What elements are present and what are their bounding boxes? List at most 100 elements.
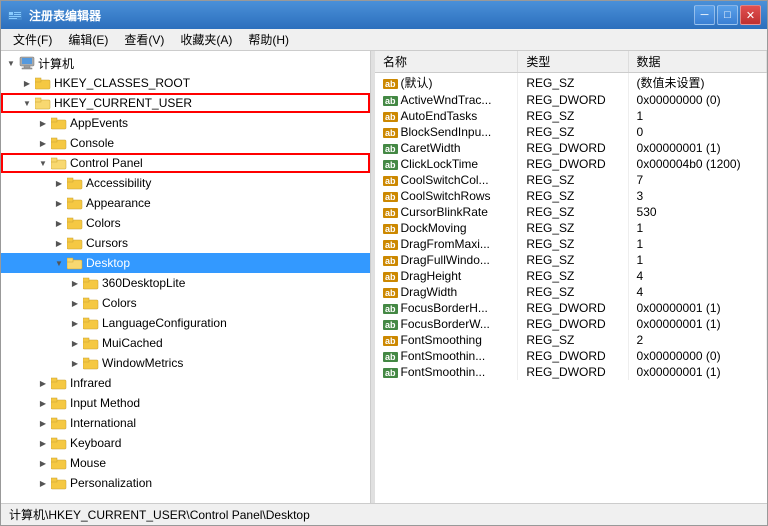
detail-panel[interactable]: 名称 类型 数据 ab(默认)REG_SZ(数值未设置)abActiveWndT… xyxy=(375,51,767,503)
folder-icon xyxy=(51,416,70,431)
table-row[interactable]: abFontSmoothin...REG_DWORD0x00000000 (0) xyxy=(375,348,767,364)
table-row[interactable]: abCaretWidthREG_DWORD0x00000001 (1) xyxy=(375,140,767,156)
close-button[interactable]: ✕ xyxy=(740,5,761,25)
table-row[interactable]: abCoolSwitchRowsREG_SZ3 xyxy=(375,188,767,204)
tree-node-muicached[interactable]: ▶ MuiCached xyxy=(1,333,370,353)
tree-node-hkcr[interactable]: ▶ HKEY_CLASSES_ROOT xyxy=(1,73,370,93)
expand-icon[interactable]: ▶ xyxy=(51,195,67,211)
table-row[interactable]: abActiveWndTrac...REG_DWORD0x00000000 (0… xyxy=(375,92,767,108)
tree-node-languagecfg[interactable]: ▶ LanguageConfiguration xyxy=(1,313,370,333)
tree-node-label: HKEY_CURRENT_USER xyxy=(54,96,192,110)
tree-node-colors2[interactable]: ▶ Colors xyxy=(1,293,370,313)
folder-icon xyxy=(67,176,86,191)
cell-name: abDragHeight xyxy=(375,268,518,284)
type-badge: ab xyxy=(383,176,398,186)
folder-icon xyxy=(67,196,86,211)
tree-node-inputmethod[interactable]: ▶ Input Method xyxy=(1,393,370,413)
table-row[interactable]: abCoolSwitchCol...REG_SZ7 xyxy=(375,172,767,188)
expand-icon[interactable]: ▼ xyxy=(3,55,19,71)
type-badge: ab xyxy=(383,320,398,330)
table-row[interactable]: abDockMovingREG_SZ1 xyxy=(375,220,767,236)
tree-panel[interactable]: ▼ 计算机▶ HKEY_CLASSES_ROOT▼ HKEY_CURRENT_U… xyxy=(1,51,371,503)
table-row[interactable]: abDragFromMaxi...REG_SZ1 xyxy=(375,236,767,252)
expand-icon[interactable]: ▶ xyxy=(35,455,51,471)
tree-node-appearance[interactable]: ▶ Appearance xyxy=(1,193,370,213)
tree-node-appevents[interactable]: ▶ AppEvents xyxy=(1,113,370,133)
tree-node-console[interactable]: ▶ Console xyxy=(1,133,370,153)
tree-node-infrared[interactable]: ▶ Infrared xyxy=(1,373,370,393)
expand-icon[interactable]: ▶ xyxy=(35,415,51,431)
folder-icon xyxy=(67,236,86,251)
cell-name: abCoolSwitchCol... xyxy=(375,172,518,188)
expand-icon[interactable]: ▼ xyxy=(19,95,35,111)
tree-node-colors[interactable]: ▶ Colors xyxy=(1,213,370,233)
menu-item[interactable]: 查看(V) xyxy=(116,29,172,50)
cell-type: REG_DWORD xyxy=(518,348,628,364)
expand-icon[interactable]: ▶ xyxy=(35,395,51,411)
expand-icon[interactable]: ▶ xyxy=(19,75,35,91)
tree-node-label: Accessibility xyxy=(86,176,151,190)
expand-icon[interactable]: ▼ xyxy=(51,255,67,271)
table-row[interactable]: abDragHeightREG_SZ4 xyxy=(375,268,767,284)
menu-item[interactable]: 收藏夹(A) xyxy=(172,29,240,50)
tree-node-windowmetrics[interactable]: ▶ WindowMetrics xyxy=(1,353,370,373)
table-row[interactable]: abDragFullWindo...REG_SZ1 xyxy=(375,252,767,268)
table-row[interactable]: abBlockSendInpu...REG_SZ0 xyxy=(375,124,767,140)
tree-node-computer[interactable]: ▼ 计算机 xyxy=(1,53,370,73)
tree-node-accessibility[interactable]: ▶ Accessibility xyxy=(1,173,370,193)
table-row[interactable]: abCursorBlinkRateREG_SZ530 xyxy=(375,204,767,220)
tree-node-cursors[interactable]: ▶ Cursors xyxy=(1,233,370,253)
menu-item[interactable]: 文件(F) xyxy=(5,29,60,50)
tree-node-personalization[interactable]: ▶ Personalization xyxy=(1,473,370,493)
expand-icon[interactable]: ▶ xyxy=(67,295,83,311)
table-row[interactable]: abFocusBorderW...REG_DWORD0x00000001 (1) xyxy=(375,316,767,332)
table-row[interactable]: ab(默认)REG_SZ(数值未设置) xyxy=(375,73,767,93)
cell-type: REG_SZ xyxy=(518,73,628,93)
cell-name: abBlockSendInpu... xyxy=(375,124,518,140)
tree-node-keyboard[interactable]: ▶ Keyboard xyxy=(1,433,370,453)
maximize-button[interactable]: □ xyxy=(717,5,738,25)
tree-node-360desktoplite[interactable]: ▶ 360DesktopLite xyxy=(1,273,370,293)
folder-icon xyxy=(51,456,70,471)
cell-data: 0x00000001 (1) xyxy=(628,316,766,332)
expand-icon[interactable]: ▶ xyxy=(67,355,83,371)
tree-node-hkcu[interactable]: ▼ HKEY_CURRENT_USER xyxy=(1,93,370,113)
menu-item[interactable]: 编辑(E) xyxy=(60,29,116,50)
expand-icon[interactable]: ▶ xyxy=(51,215,67,231)
cell-type: REG_SZ xyxy=(518,268,628,284)
cell-name: abFocusBorderW... xyxy=(375,316,518,332)
expand-icon[interactable]: ▶ xyxy=(67,335,83,351)
tree-node-label: Console xyxy=(70,136,114,150)
minimize-button[interactable]: ─ xyxy=(694,5,715,25)
expand-icon[interactable]: ▶ xyxy=(51,235,67,251)
table-row[interactable]: abFocusBorderH...REG_DWORD0x00000001 (1) xyxy=(375,300,767,316)
expand-icon[interactable]: ▶ xyxy=(35,135,51,151)
cell-name: abDragFromMaxi... xyxy=(375,236,518,252)
folder-icon xyxy=(35,76,54,91)
expand-icon[interactable]: ▼ xyxy=(35,155,51,171)
expand-icon[interactable]: ▶ xyxy=(35,435,51,451)
cell-data: 1 xyxy=(628,108,766,124)
table-row[interactable]: abClickLockTimeREG_DWORD0x000004b0 (1200… xyxy=(375,156,767,172)
expand-icon[interactable]: ▶ xyxy=(35,375,51,391)
expand-icon[interactable]: ▶ xyxy=(67,275,83,291)
cell-name: abFontSmoothin... xyxy=(375,364,518,380)
expand-icon[interactable]: ▶ xyxy=(35,475,51,491)
expand-icon[interactable]: ▶ xyxy=(67,315,83,331)
expand-icon[interactable]: ▶ xyxy=(35,115,51,131)
tree-node-mouse[interactable]: ▶ Mouse xyxy=(1,453,370,473)
tree-node-controlpanel[interactable]: ▼ Control Panel xyxy=(1,153,370,173)
cell-type: REG_SZ xyxy=(518,284,628,300)
type-badge: ab xyxy=(383,240,398,250)
cell-name: abDragFullWindo... xyxy=(375,252,518,268)
table-row[interactable]: abDragWidthREG_SZ4 xyxy=(375,284,767,300)
tree-node-desktop[interactable]: ▼ Desktop xyxy=(1,253,370,273)
menu-bar: 文件(F)编辑(E)查看(V)收藏夹(A)帮助(H) xyxy=(1,29,767,51)
tree-node-international[interactable]: ▶ International xyxy=(1,413,370,433)
table-row[interactable]: abAutoEndTasksREG_SZ1 xyxy=(375,108,767,124)
menu-item[interactable]: 帮助(H) xyxy=(240,29,297,50)
table-row[interactable]: abFontSmoothingREG_SZ2 xyxy=(375,332,767,348)
table-row[interactable]: abFontSmoothin...REG_DWORD0x00000001 (1) xyxy=(375,364,767,380)
expand-icon[interactable]: ▶ xyxy=(51,175,67,191)
cell-type: REG_SZ xyxy=(518,124,628,140)
